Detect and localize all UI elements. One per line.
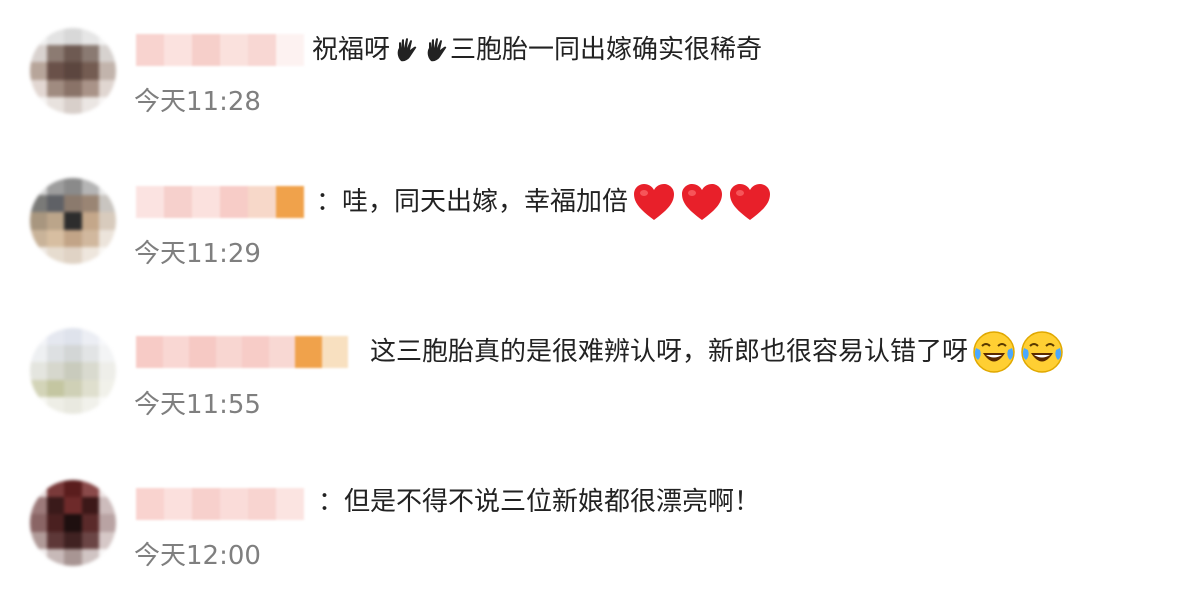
hand-icon: [397, 38, 417, 62]
comment-text: ：但是不得不说三位新娘都很漂亮啊！: [318, 482, 760, 522]
comment-text: 这三胞胎真的是很难辨认呀，新郎也很容易认错了呀: [370, 330, 1064, 374]
comment-text-part1: ：但是不得不说三位新娘都很漂亮啊！: [318, 487, 761, 517]
heart-icon: [730, 184, 771, 220]
laugh-cry-icon: [973, 331, 1015, 373]
comment-item: ：但是不得不说三位新娘都很漂亮啊！ 今天12:00: [0, 450, 1200, 600]
comment-text-part1: ：哇，同天出嫁，幸福加倍: [316, 187, 629, 217]
heart-icon: [682, 184, 723, 220]
username-blurred[interactable]: [136, 488, 306, 520]
comment-text: 祝福呀 三胞胎一同出嫁确实很稀奇: [312, 30, 762, 70]
hand-icon: [427, 38, 447, 62]
comment-time: 今天11:55: [134, 390, 261, 420]
comment-text-part1: 祝福呀: [312, 35, 391, 65]
comment-text: ：哇，同天出嫁，幸福加倍: [316, 182, 772, 222]
comment-item: ：哇，同天出嫁，幸福加倍 今天11:29: [0, 150, 1200, 300]
comment-time: 今天12:00: [134, 541, 261, 571]
username-blurred[interactable]: [136, 186, 306, 218]
comment-time: 今天11:29: [134, 239, 261, 269]
comment-text-part2: 三胞胎一同出嫁确实很稀奇: [450, 35, 763, 65]
laugh-cry-icon: [1021, 331, 1063, 373]
username-blurred[interactable]: [136, 336, 348, 368]
comment-text-part1: 这三胞胎真的是很难辨认呀，新郎也很容易认错了呀: [370, 337, 969, 367]
avatar[interactable]: [30, 328, 116, 414]
heart-icon: [634, 184, 675, 220]
comment-item: 祝福呀 三胞胎一同出嫁确实很稀奇 今天11:28: [0, 0, 1200, 150]
avatar[interactable]: [30, 480, 116, 566]
username-blurred[interactable]: [136, 34, 306, 66]
avatar[interactable]: [30, 178, 116, 264]
avatar[interactable]: [30, 28, 116, 114]
comment-time: 今天11:28: [134, 87, 261, 117]
comment-item: 这三胞胎真的是很难辨认呀，新郎也很容易认错了呀 今天11:55: [0, 300, 1200, 450]
